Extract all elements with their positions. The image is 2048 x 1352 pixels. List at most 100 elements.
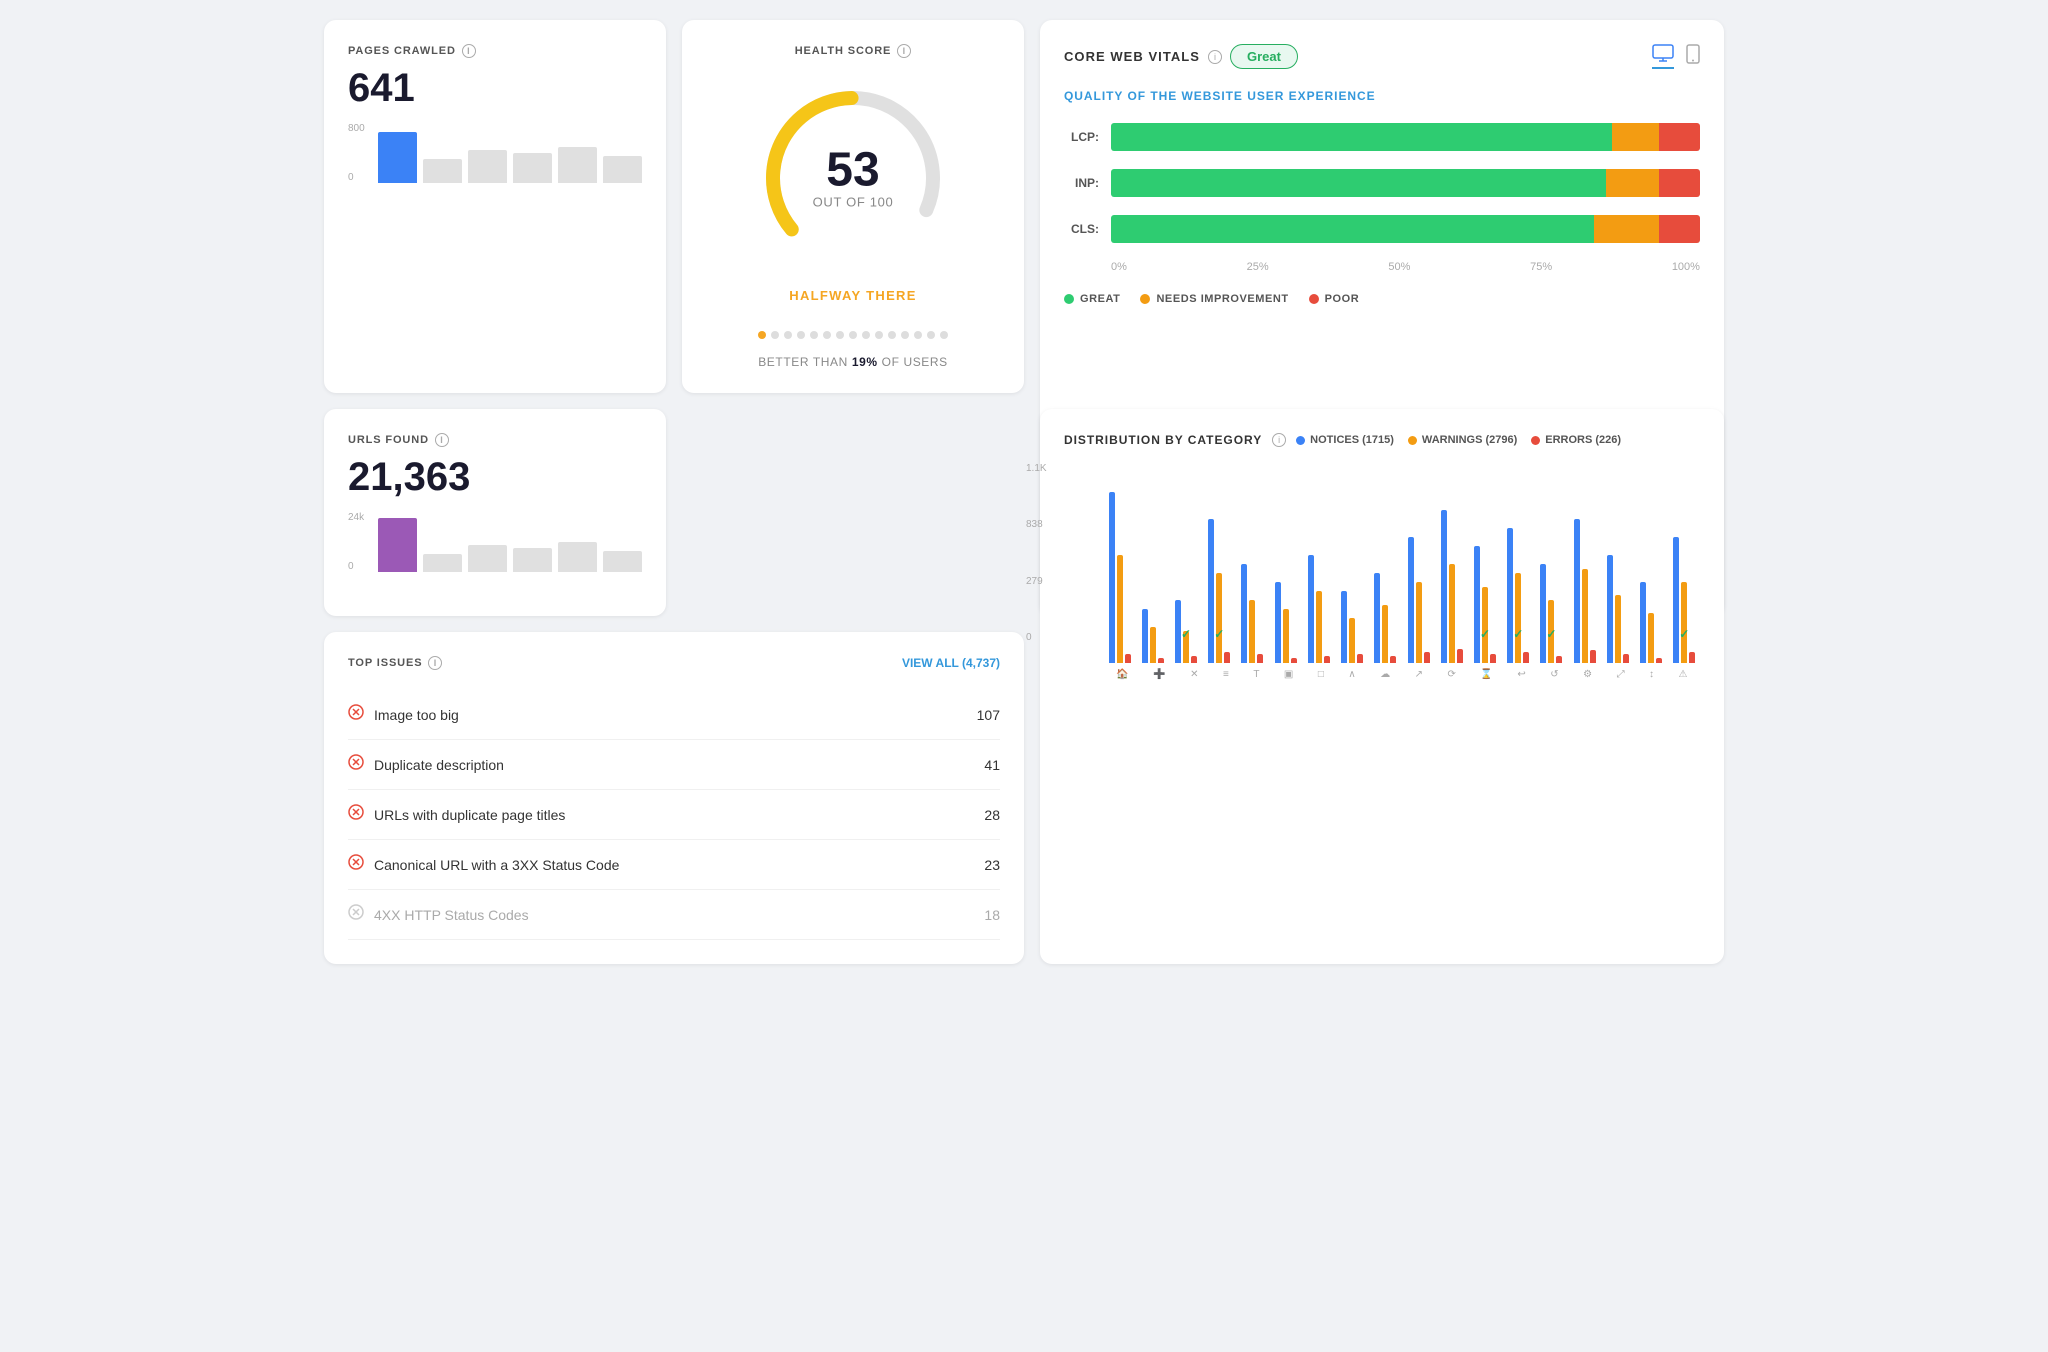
dist-legend-label: ERRORS (226) (1545, 434, 1621, 446)
dist-column (1370, 463, 1401, 663)
urls-found-bars (378, 512, 642, 572)
dist-column: ✓ (1170, 463, 1201, 663)
dist-bar (1648, 613, 1654, 663)
dist-category-icon: ↩ (1517, 669, 1525, 680)
bar (513, 153, 552, 183)
progress-dots (758, 331, 948, 339)
progress-dot (836, 331, 844, 339)
health-score-card: HEALTH SCORE i 53 OUT OF 100 HALFWAY THE… (682, 20, 1024, 393)
checkmark-icon: ✓ (1513, 627, 1523, 641)
issue-error-icon (348, 704, 364, 725)
checkmark-icon: ✓ (1181, 627, 1191, 641)
pages-crawled-chart: 800 0 (348, 123, 642, 203)
dist-category-icon: ⟳ (1448, 669, 1456, 680)
issue-error-icon (348, 754, 364, 775)
top-issues-info-icon[interactable]: i (428, 656, 442, 670)
dist-bar (1474, 546, 1480, 663)
dist-bar (1408, 537, 1414, 663)
cwv-row: INP: (1064, 169, 1700, 197)
dist-info-icon[interactable]: i (1272, 433, 1286, 447)
issue-row[interactable]: URLs with duplicate page titles28 (348, 790, 1000, 840)
issue-text: Duplicate description (374, 757, 504, 773)
issue-row[interactable]: 4XX HTTP Status Codes 18 (348, 890, 1000, 940)
dist-bar (1540, 564, 1546, 663)
pages-crawled-y-labels: 800 0 (348, 123, 365, 183)
cwv-legend-item: POOR (1309, 293, 1360, 305)
dist-column (1237, 463, 1268, 663)
view-all-link[interactable]: VIEW ALL (4,737) (902, 656, 1000, 670)
dist-bar (1283, 609, 1289, 663)
progress-dot (901, 331, 909, 339)
dist-bar (1416, 582, 1422, 663)
issue-count: 18 (984, 907, 1000, 923)
dist-bar (1515, 573, 1521, 663)
cwv-legend: GREATNEEDS IMPROVEMENTPOOR (1064, 293, 1700, 305)
dist-column (1303, 463, 1334, 663)
dist-bar (1150, 627, 1156, 663)
cwv-metric-label: INP: (1064, 176, 1099, 190)
progress-dot (771, 331, 779, 339)
urls-found-info-icon[interactable]: i (435, 433, 449, 447)
cwv-great-segment (1111, 169, 1606, 197)
issue-error-icon (348, 804, 364, 825)
cwv-great-segment (1111, 215, 1594, 243)
issue-row[interactable]: Canonical URL with a 3XX Status Code23 (348, 840, 1000, 890)
gauge-score: 53 (813, 147, 894, 195)
progress-dot (927, 331, 935, 339)
dist-column: ✓ (1469, 463, 1500, 663)
dist-category-icon: ⚠ (1679, 669, 1688, 680)
cwv-info-icon[interactable]: i (1208, 50, 1222, 64)
dist-category-icon: ⌛ (1480, 669, 1492, 680)
dist-legend-label: NOTICES (1715) (1310, 434, 1394, 446)
issue-row[interactable]: Image too big107 (348, 690, 1000, 740)
dist-y-label: 1.1K (1026, 463, 1047, 474)
dist-legend-item: NOTICES (1715) (1296, 434, 1394, 446)
dist-category-icon: ☁ (1380, 669, 1390, 680)
cwv-subtitle: QUALITY OF THE WEBSITE USER EXPERIENCE (1064, 89, 1700, 103)
cwv-header: CORE WEB VITALS i Great (1064, 44, 1700, 69)
desktop-icon[interactable] (1652, 44, 1674, 69)
health-score-info-icon[interactable]: i (897, 44, 911, 58)
cwv-poor-segment (1659, 215, 1700, 243)
dist-chart-area: ✓✓✓✓✓✓ (1104, 463, 1700, 663)
dist-bar (1681, 582, 1687, 663)
dist-bar (1241, 564, 1247, 663)
dist-legend-item: WARNINGS (2796) (1408, 434, 1517, 446)
dist-column (1337, 463, 1368, 663)
bar (468, 545, 507, 572)
issue-error-icon (348, 904, 364, 925)
mobile-icon[interactable] (1686, 44, 1700, 69)
bar (423, 159, 462, 183)
cwv-bars: LCP:INP:CLS: (1064, 123, 1700, 243)
issue-text: 4XX HTTP Status Codes (374, 907, 529, 923)
dist-bar (1623, 654, 1629, 663)
dist-bar (1142, 609, 1148, 663)
issue-row[interactable]: Duplicate description41 (348, 740, 1000, 790)
dist-bar (1349, 618, 1355, 663)
dist-category-icon: ➕ (1153, 669, 1165, 680)
dist-bar (1191, 656, 1197, 663)
progress-dot (784, 331, 792, 339)
issue-left: URLs with duplicate page titles (348, 804, 565, 825)
gauge-container: 53 OUT OF 100 (753, 78, 953, 278)
dist-legend: NOTICES (1715) WARNINGS (2796) ERRORS (226… (1296, 434, 1621, 446)
dist-bar (1457, 649, 1463, 663)
dist-bar (1490, 654, 1496, 663)
dist-legend-dot (1408, 436, 1417, 445)
dist-y-labels: 1.1K8382790 (1026, 463, 1047, 643)
top-issues-card: TOP ISSUES i VIEW ALL (4,737) Image too … (324, 632, 1024, 964)
pages-crawled-info-icon[interactable]: i (462, 44, 476, 58)
dist-column (1137, 463, 1168, 663)
gauge-center: 53 OUT OF 100 (813, 147, 894, 210)
dist-category-icon: ↗ (1415, 669, 1423, 680)
dist-category-icon: ↕ (1649, 669, 1654, 680)
bar (513, 548, 552, 572)
dist-category-icon: □ (1318, 669, 1324, 680)
bar (603, 156, 642, 183)
pages-crawled-value: 641 (348, 66, 642, 111)
issues-header: TOP ISSUES i VIEW ALL (4,737) (348, 656, 1000, 670)
cwv-title: CORE WEB VITALS (1064, 49, 1200, 64)
cwv-legend-item: GREAT (1064, 293, 1120, 305)
dist-column: ✓ (1204, 463, 1235, 663)
pages-crawled-bars (378, 123, 642, 183)
